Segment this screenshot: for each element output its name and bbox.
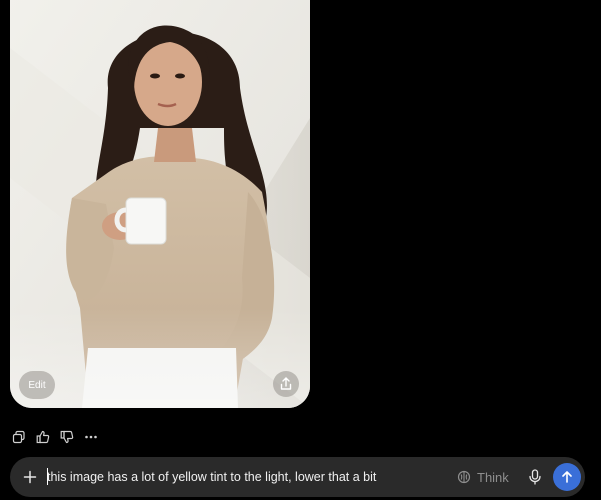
microphone-icon [529,469,541,485]
thumbs-down-button[interactable] [58,428,76,446]
think-label: Think [477,469,509,485]
plus-icon [23,470,37,484]
arrow-up-icon [562,471,572,483]
copy-button[interactable] [10,428,28,446]
microphone-button[interactable] [524,466,546,488]
more-options-button[interactable] [82,428,100,446]
edit-image-button[interactable]: Edit [19,371,55,399]
share-icon [280,377,292,390]
text-caret [47,468,48,485]
think-button[interactable]: Think [457,466,509,488]
thumbs-up-button[interactable] [34,428,52,446]
more-icon [85,435,97,439]
brain-icon [457,470,471,484]
message-actions [10,428,100,446]
thumbs-down-icon [60,430,74,444]
thumbs-up-icon [36,430,50,444]
message-composer: this image has a lot of yellow tint to t… [10,457,585,497]
add-attachment-button[interactable] [18,465,42,489]
generated-image [10,0,310,408]
share-image-button[interactable] [273,371,299,397]
copy-icon [12,430,25,444]
send-button[interactable] [553,463,581,491]
prompt-input[interactable]: this image has a lot of yellow tint to t… [47,468,427,486]
edit-label: Edit [28,379,46,391]
generated-image-card[interactable]: Edit [10,0,310,408]
